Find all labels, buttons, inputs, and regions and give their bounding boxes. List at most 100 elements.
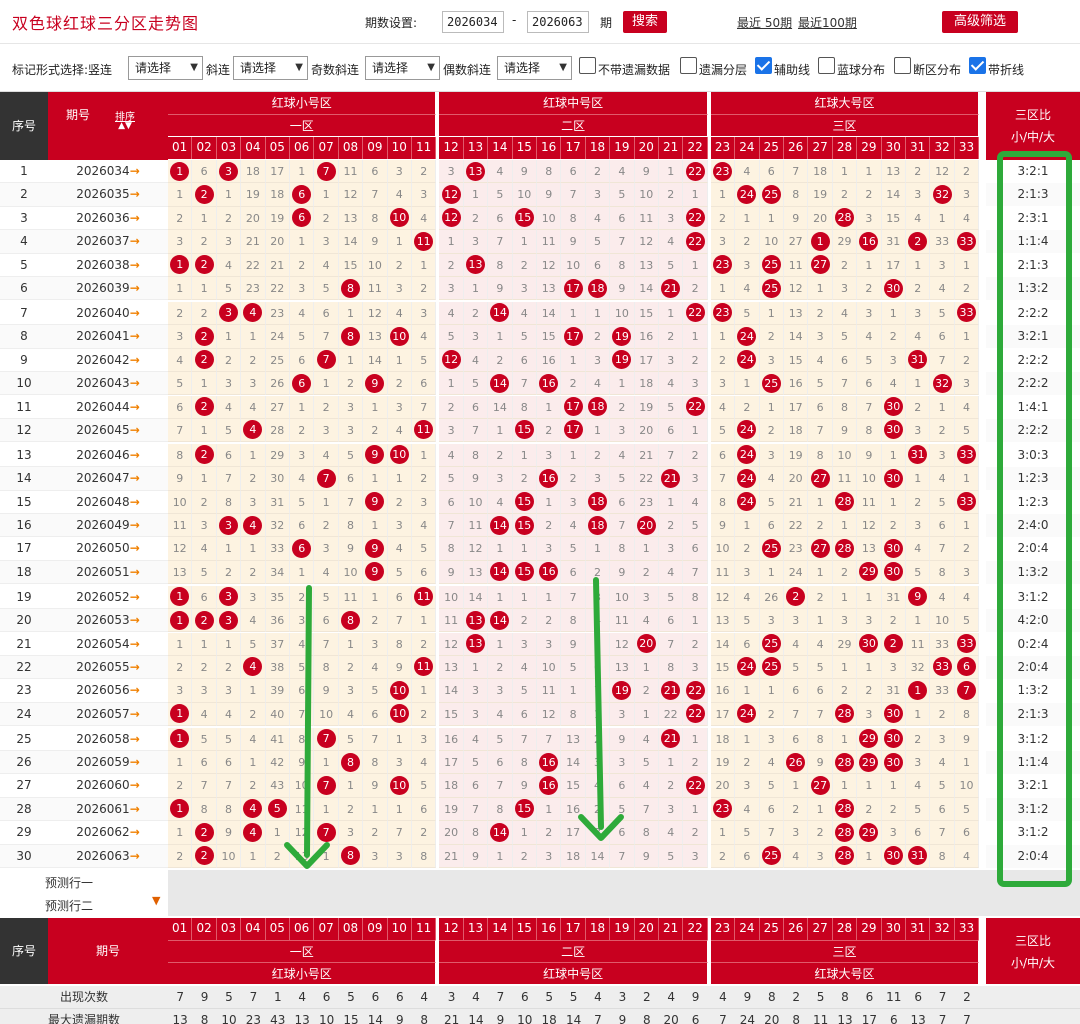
arrow-right-icon[interactable]: → [130, 448, 140, 462]
arrow-right-icon[interactable]: → [130, 211, 140, 225]
red-ball: 3 [218, 161, 238, 181]
miss-count: 2 [593, 565, 601, 579]
arrow-right-icon[interactable]: → [130, 732, 140, 746]
miss-count: 2 [520, 849, 528, 863]
arrow-right-icon[interactable]: → [130, 306, 140, 320]
cell-26: 27 [784, 230, 809, 254]
cell-21: 3 [659, 206, 684, 231]
period-to-input[interactable]: 2026063 [527, 11, 589, 33]
arrow-right-icon[interactable]: → [130, 234, 140, 248]
even-select[interactable]: 请选择 ▼ [497, 56, 572, 80]
layer-checkbox[interactable] [680, 57, 697, 74]
arrow-right-icon[interactable]: → [130, 353, 140, 367]
arrow-down-icon[interactable]: ▼ [152, 894, 160, 907]
cell-22: 1 [683, 183, 708, 207]
cell-13: 2 [463, 301, 489, 326]
search-button[interactable]: 搜索 [623, 11, 667, 33]
arrow-right-icon[interactable]: → [130, 541, 140, 555]
missing-checkbox[interactable] [579, 57, 596, 74]
miss-count: 6 [200, 756, 208, 769]
arrow-right-icon[interactable]: → [130, 755, 140, 769]
arrow-right-icon[interactable]: → [130, 778, 140, 792]
blue-checkbox[interactable] [818, 57, 835, 74]
miss-count: 3 [593, 472, 601, 486]
arrow-right-icon[interactable]: → [130, 495, 140, 509]
arrow-right-icon[interactable]: → [130, 164, 140, 178]
gap-checkbox[interactable] [894, 57, 911, 74]
red-ball: 23 [712, 799, 732, 819]
arrow-right-icon[interactable]: → [130, 590, 140, 604]
arrow-right-icon[interactable]: → [130, 613, 140, 627]
arrow-right-icon[interactable]: → [130, 423, 140, 437]
sort-arrows-icon[interactable]: ▲▼ [105, 121, 145, 131]
miss-count: 8 [618, 542, 626, 556]
cell-30: 31 [881, 585, 906, 610]
arrow-right-icon[interactable]: → [130, 471, 140, 485]
miss-count: 18 [245, 165, 260, 178]
miss-count: 3 [420, 495, 428, 509]
cell-02: 4 [192, 702, 217, 727]
arrow-right-icon[interactable]: → [130, 376, 140, 390]
miss-count: 5 [593, 235, 601, 249]
arrow-right-icon[interactable]: → [130, 329, 140, 343]
cell-05: 36 [265, 609, 290, 633]
cell-03: 1 [216, 632, 242, 656]
cell-16: 16 [537, 467, 562, 491]
cell-02: 1 [192, 372, 217, 396]
miss-count: 20 [444, 826, 459, 840]
cell-33: 2 [954, 277, 980, 301]
arrow-right-icon[interactable]: → [130, 187, 140, 201]
miss-count: 3 [395, 849, 403, 863]
cell-33: 8 [954, 702, 980, 727]
cell-17: 9 [561, 632, 586, 656]
cell-29: 1 [857, 774, 882, 798]
cell-04: 4 [241, 418, 266, 443]
miss-count: 3 [840, 614, 848, 628]
arrow-right-icon[interactable]: → [130, 825, 140, 839]
stat-maxmiss-value: 8 [420, 1013, 429, 1024]
cell-28: 28 [832, 490, 858, 514]
arrow-right-icon[interactable]: → [130, 849, 140, 863]
aux-checkbox[interactable] [755, 57, 772, 74]
cell-33: 1 [954, 751, 980, 775]
recent-50-link[interactable]: 最近 50期 [737, 14, 792, 31]
row-ratio: 3:2:1 [986, 774, 1080, 798]
red-ball: 25 [761, 538, 781, 558]
fold-checkbox[interactable] [969, 57, 986, 74]
arrow-right-icon[interactable]: → [130, 400, 140, 414]
arrow-right-icon[interactable]: → [130, 683, 140, 697]
row-seq: 13 [16, 447, 32, 462]
cell-18: 7 [585, 679, 611, 703]
arrow-right-icon[interactable]: → [130, 660, 140, 674]
miss-count: 1 [865, 165, 873, 178]
miss-count: 2 [865, 802, 873, 816]
arrow-right-icon[interactable]: → [130, 281, 140, 295]
red-ball: 24 [737, 492, 757, 512]
recent-100-link[interactable]: 最近100期 [798, 14, 857, 31]
period-from-input[interactable]: 2026034 [442, 11, 504, 33]
odd-select[interactable]: 请选择 ▼ [365, 56, 440, 80]
miss-count: 4 [718, 400, 726, 414]
stat-appear-value: 2 [792, 990, 801, 1004]
arrow-right-icon[interactable]: → [130, 637, 140, 651]
arrow-right-icon[interactable]: → [130, 707, 140, 721]
arrow-right-icon[interactable]: → [130, 802, 140, 816]
arrow-right-icon[interactable]: → [130, 518, 140, 532]
cell-18: 1 [585, 537, 611, 561]
diag-select[interactable]: 请选择 ▼ [233, 56, 308, 80]
cell-07: 1 [314, 490, 339, 514]
vertical-select[interactable]: 请选择 ▼ [128, 56, 203, 80]
arrow-right-icon[interactable]: → [130, 258, 140, 272]
stat-appear-value: 4 [719, 990, 727, 1004]
miss-count: 2 [249, 565, 257, 579]
miss-count: 2 [691, 353, 699, 367]
cell-02: 1 [192, 277, 217, 301]
arrow-right-icon[interactable]: → [130, 565, 140, 579]
cell-25: 25 [759, 537, 784, 561]
miss-count: 5 [371, 684, 379, 698]
miss-count: 3 [618, 756, 626, 769]
advanced-filter-button[interactable]: 高级筛选 [942, 11, 1018, 33]
miss-count: 1 [395, 802, 403, 816]
cell-14: 14 [488, 514, 513, 538]
cell-27: 27 [808, 537, 833, 561]
